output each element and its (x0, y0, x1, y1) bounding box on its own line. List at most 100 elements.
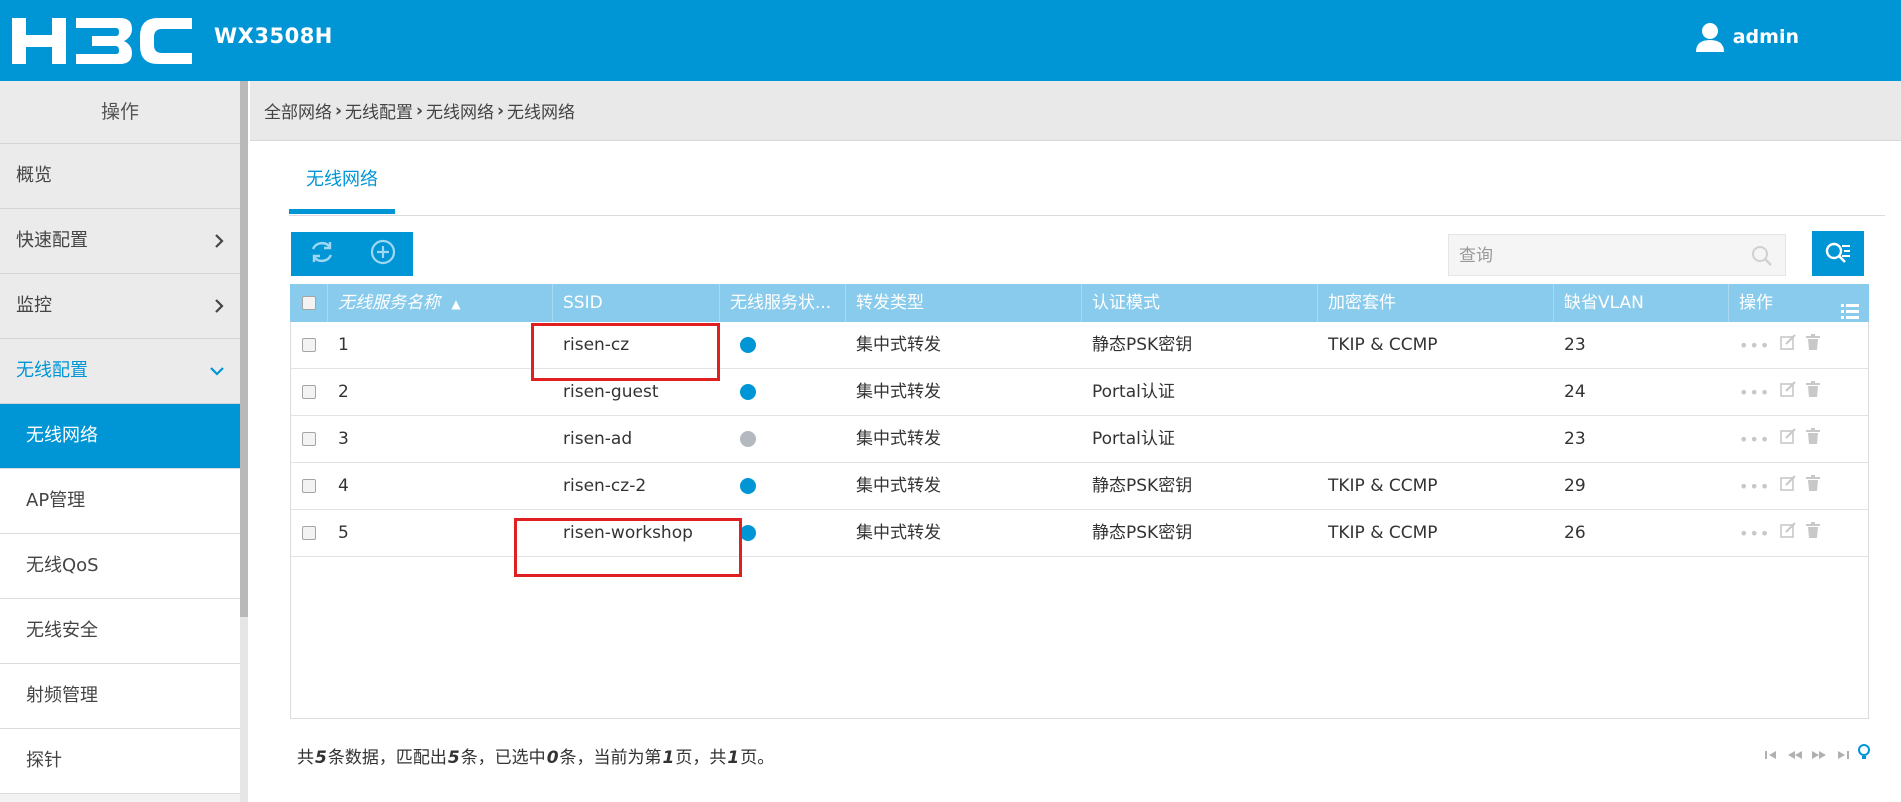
cipher-suite-cell (1318, 369, 1554, 416)
row-select-cell (290, 510, 328, 557)
service-name-cell: 1 (338, 335, 349, 355)
select-all-checkbox[interactable] (302, 296, 316, 310)
sidebar-heading: 操作 (0, 81, 240, 144)
column-header-auth-mode[interactable]: 认证模式 (1082, 284, 1318, 322)
row-select-cell (290, 369, 328, 416)
row-select-cell (290, 416, 328, 463)
delete-icon[interactable] (1806, 510, 1821, 557)
edit-icon[interactable] (1780, 463, 1797, 510)
breadcrumb-item[interactable]: 全部网络 (264, 98, 332, 123)
prev-page-icon[interactable] (1787, 745, 1803, 765)
cipher-suite-cell: TKIP & CCMP (1328, 476, 1438, 496)
column-header-cipher-suite[interactable]: 加密套件 (1318, 284, 1554, 322)
add-icon[interactable] (369, 238, 397, 271)
lightbulb-icon[interactable] (1857, 744, 1871, 765)
delete-icon[interactable] (1806, 463, 1821, 510)
refresh-icon[interactable] (308, 238, 336, 271)
sidebar-sub-radio-management[interactable]: 射频管理 (0, 664, 240, 729)
breadcrumb-item[interactable]: 无线配置 (345, 98, 413, 123)
more-icon[interactable]: ••• (1739, 416, 1770, 463)
forward-type-cell: 集中式转发 (856, 476, 941, 496)
edit-icon[interactable] (1780, 510, 1797, 557)
row-checkbox[interactable] (302, 338, 316, 352)
pagination-summary: 共5条数据，匹配出5条，已选中0条，当前为第1页，共1页。 (297, 748, 775, 768)
status-enabled-icon (740, 337, 756, 353)
sidebar-item-monitor[interactable]: 监控 (0, 274, 240, 339)
row-checkbox[interactable] (302, 432, 316, 446)
table-row[interactable]: 1 risen-cz 集中式转发 静态PSK密钥 TKIP & CCMP 23 ••• (290, 322, 1869, 369)
table-row[interactable]: 2 risen-guest 集中式转发 Portal认证 24 ••• (290, 369, 1869, 416)
row-checkbox[interactable] (302, 385, 316, 399)
sidebar-item-wireless-config[interactable]: 无线配置 (0, 339, 240, 404)
sidebar-item-overview[interactable]: 概览 (0, 144, 240, 209)
service-name-cell: 2 (338, 382, 349, 402)
forward-type-cell: 集中式转发 (856, 335, 941, 355)
auth-mode-cell: Portal认证 (1092, 382, 1175, 402)
column-header-forward-type[interactable]: 转发类型 (846, 284, 1082, 322)
edit-icon[interactable] (1780, 369, 1797, 416)
vlan-cell: 29 (1564, 476, 1586, 496)
more-icon[interactable]: ••• (1739, 463, 1770, 510)
table-row[interactable]: 5 risen-workshop 集中式转发 静态PSK密钥 TKIP & CCMP 26… (290, 510, 1869, 557)
column-header-status[interactable]: 无线服务状... (720, 284, 846, 322)
edit-icon[interactable] (1780, 322, 1797, 369)
select-all-cell (290, 284, 328, 322)
more-icon[interactable]: ••• (1739, 322, 1770, 369)
last-page-icon[interactable] (1835, 745, 1849, 765)
sidebar-sub-ap-management[interactable]: AP管理 (0, 469, 240, 534)
service-name-cell: 5 (338, 523, 349, 543)
forward-type-cell: 集中式转发 (856, 523, 941, 543)
sidebar-sub-wireless-security[interactable]: 无线安全 (0, 599, 240, 664)
search-icon[interactable] (1751, 245, 1773, 272)
status-cell (720, 416, 846, 463)
table-row[interactable]: 4 risen-cz-2 集中式转发 静态PSK密钥 TKIP & CCMP 29 ••• (290, 463, 1869, 510)
cipher-suite-cell: TKIP & CCMP (1328, 335, 1438, 355)
next-page-icon[interactable] (1811, 745, 1827, 765)
more-icon[interactable]: ••• (1739, 510, 1770, 557)
row-actions: ••• (1729, 322, 1869, 369)
vlan-cell: 24 (1564, 382, 1586, 402)
delete-icon[interactable] (1806, 369, 1821, 416)
delete-icon[interactable] (1806, 322, 1821, 369)
scrollbar-thumb[interactable] (240, 81, 248, 617)
status-cell (720, 322, 846, 369)
table-toolbar (291, 232, 413, 276)
first-page-icon[interactable] (1765, 745, 1779, 765)
advanced-search-button[interactable] (1812, 231, 1864, 276)
chevron-down-icon (210, 339, 224, 403)
more-icon[interactable]: ••• (1739, 369, 1770, 416)
ssid-cell: risen-cz-2 (563, 476, 647, 496)
column-header-default-vlan[interactable]: 缺省VLAN (1554, 284, 1729, 322)
tab-wireless-network[interactable]: 无线网络 (289, 152, 395, 214)
breadcrumb-item: 无线网络 (507, 103, 576, 123)
sidebar-scrollbar[interactable] (240, 81, 248, 802)
edit-icon[interactable] (1780, 416, 1797, 463)
delete-icon[interactable] (1806, 416, 1821, 463)
sidebar-sub-probe[interactable]: 探针 (0, 729, 240, 794)
row-actions: ••• (1729, 416, 1869, 463)
user-menu[interactable]: admin (1695, 22, 1799, 52)
breadcrumb-item[interactable]: 无线网络 (426, 98, 494, 123)
forward-type-cell: 集中式转发 (856, 429, 941, 449)
top-header: WX3508H admin (0, 0, 1901, 81)
sidebar-sub-wireless-qos[interactable]: 无线QoS (0, 534, 240, 599)
table-row[interactable]: 3 risen-ad 集中式转发 Portal认证 23 ••• (290, 416, 1869, 463)
service-name-cell: 3 (338, 429, 349, 449)
column-settings-icon[interactable] (1841, 295, 1859, 322)
h3c-logo (12, 18, 192, 64)
auth-mode-cell: 静态PSK密钥 (1092, 523, 1193, 543)
search-input[interactable] (1449, 235, 1741, 277)
ssid-cell: risen-workshop (563, 523, 693, 543)
chevron-right-icon (214, 209, 224, 273)
sidebar-sub-wireless-network[interactable]: 无线网络 (0, 404, 240, 469)
sidebar-item-quick-config[interactable]: 快速配置 (0, 209, 240, 274)
column-label: 操作 (1739, 293, 1773, 313)
row-checkbox[interactable] (302, 526, 316, 540)
column-header-ssid[interactable]: SSID (553, 284, 720, 322)
table-header: 无线服务名称 ▲ SSID 无线服务状... 转发类型 认证模式 加密套件 缺省… (290, 284, 1869, 322)
status-disabled-icon (740, 431, 756, 447)
cipher-suite-cell: TKIP & CCMP (1328, 523, 1438, 543)
username: admin (1732, 26, 1799, 48)
row-checkbox[interactable] (302, 479, 316, 493)
column-header-name[interactable]: 无线服务名称 ▲ (328, 284, 553, 322)
